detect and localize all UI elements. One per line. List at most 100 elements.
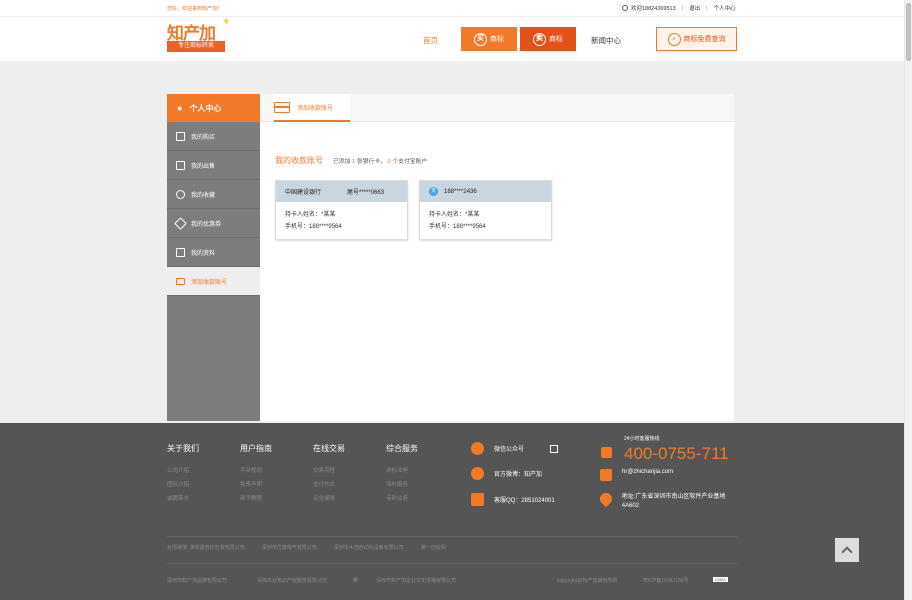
sidebar-item-purchases[interactable]: 我的购买 — [167, 122, 260, 151]
sidebar-item-add-account[interactable]: 添加收款账号 — [167, 267, 260, 296]
friend-link[interactable]: 第一创业网 — [421, 544, 446, 551]
icp-text[interactable]: 粤ICP备15062158号 — [643, 577, 689, 584]
logo-plus-icon: + — [223, 16, 230, 28]
account-title: 我的收款账号 — [275, 156, 323, 165]
footer-column-title: 综合服务 — [386, 444, 418, 453]
footer-link[interactable]: 诚聘英才 — [167, 494, 199, 502]
card-number: 188****2436 — [444, 188, 477, 195]
footer-link[interactable]: 免责声明 — [240, 480, 272, 488]
cnzz-badge-icon[interactable]: CNZZ — [713, 577, 728, 582]
card-phone: 手机号：188****9564 — [285, 224, 342, 230]
sidebar-item-sales[interactable]: 我的出售 — [167, 151, 260, 180]
summary-suffix: 个支付宝账户 — [392, 159, 428, 165]
logout-link[interactable]: 退出 — [689, 4, 700, 12]
logo-slogan: 专注商标转卖 — [167, 41, 225, 52]
sidebar-item-label: 我的收藏 — [191, 192, 216, 199]
card-holder: 持卡人姓名：*某某 — [429, 212, 480, 218]
top-user-area: 欢迎18824369513 | 退出 | 个人中心 — [622, 4, 736, 12]
main-panel: 添加收款账号 我的收款账号 已添加 1 张银行卡， 0 个支付宝账户 中国建设银… — [260, 94, 734, 421]
mail-icon — [600, 469, 612, 481]
company-link[interactable]: 深圳市知产加品牌有限公司 — [167, 577, 227, 584]
person-icon: ● — [177, 103, 183, 113]
hotline-number: 400-0755-711 — [624, 444, 729, 463]
wechat-label: 微信公众号 — [494, 447, 525, 453]
footer-link[interactable]: 平台规则 — [240, 466, 272, 474]
footer-link[interactable]: 支付方式 — [313, 480, 345, 488]
buy-icon: 买 — [474, 32, 487, 46]
footer-link[interactable]: 团队介绍 — [167, 480, 199, 488]
sidebar-item-coupons[interactable]: 我的优惠券 — [167, 209, 260, 238]
sidebar-item-profile[interactable]: 我的资料 — [167, 238, 260, 267]
top-bar: 您好，欢迎来到知产加！ 欢迎18824369513 | 退出 | 个人中心 — [0, 0, 904, 17]
sidebar-item-label: 我的购买 — [191, 134, 216, 141]
divider — [167, 563, 737, 564]
user-phone[interactable]: 欢迎18824369513 — [631, 4, 676, 12]
footer-column-services: 综合服务 商标业务 海外服务 专利业务 — [386, 443, 418, 508]
qr-code-icon[interactable] — [550, 444, 559, 453]
alipay-card[interactable]: 支 188****2436 持卡人姓名：*某某 手机号：188****9564 — [419, 180, 552, 240]
alipay-icon: 支 — [429, 187, 438, 196]
footer-column-about: 关于我们 公司介绍 团队介绍 诚聘英才 — [167, 443, 199, 508]
user-icon — [622, 5, 628, 11]
cart-icon — [176, 131, 185, 141]
friend-link[interactable]: 友情链接: 淮安鑫普达包装有限公司 — [167, 544, 245, 551]
card-body: 持卡人姓名：*某某 手机号：188****9564 — [276, 209, 407, 233]
footer-link[interactable]: 公司介绍 — [167, 466, 199, 474]
summary-mid: 张银行卡， — [356, 159, 386, 165]
qq-icon — [471, 493, 484, 506]
card-number: 尾号*****0663 — [347, 190, 385, 196]
card-icon — [274, 101, 290, 113]
footer-link[interactable]: 商标业务 — [386, 466, 418, 474]
footer-link[interactable]: 专利业务 — [386, 494, 418, 502]
sell-trademark-label: 商标 — [549, 36, 563, 43]
sidebar-item-label: 添加收款账号 — [191, 279, 228, 286]
sidebar-item-label: 我的优惠券 — [191, 221, 222, 228]
personal-center-link[interactable]: 个人中心 — [714, 4, 736, 12]
buy-trademark-button[interactable]: 买 商标 — [461, 27, 517, 51]
hotline-label: 24小时客服热线 — [624, 436, 660, 442]
footer-link[interactable]: 海外服务 — [386, 480, 418, 488]
sell-trademark-button[interactable]: 卖 商标 — [520, 27, 576, 51]
qq-row[interactable]: 客服QQ：2851024001 — [471, 493, 555, 506]
footer-column-title: 用户指南 — [240, 444, 272, 453]
copyright-text: copyright@知产加版权所有 — [557, 578, 618, 584]
separator: | — [681, 5, 684, 11]
sidebar-title: 个人中心 — [189, 103, 222, 113]
footer-column-guide: 用户指南 平台规则 免责声明 新手教程 — [240, 443, 272, 508]
footer-link[interactable]: 新手教程 — [240, 494, 272, 502]
tab-bar: 添加收款账号 — [260, 94, 734, 122]
logo[interactable]: 知产加 + 专注商标转卖 — [167, 16, 230, 55]
footer-link[interactable]: 交易流程 — [313, 466, 345, 474]
friend-link[interactable]: 深圳市木浩自动化设备有限公司 — [334, 544, 404, 551]
company-link[interactable]: 深圳市业知识产权服务有限公司 — [257, 577, 327, 584]
wechat-row[interactable]: 微信公众号 — [471, 442, 559, 455]
nav-home-link[interactable]: 首页 — [423, 35, 438, 46]
card-body: 持卡人姓名：*某某 手机号：188****9564 — [420, 209, 551, 233]
footer-column-title: 在线交易 — [313, 444, 345, 453]
divider — [167, 536, 737, 537]
bank-card[interactable]: 中国建设银行 尾号*****0663 持卡人姓名：*某某 手机号：188****… — [275, 180, 408, 240]
footer: 关于我们 公司介绍 团队介绍 诚聘英才 用户指南 平台规则 免责声明 新手教程 … — [0, 423, 904, 600]
free-query-button[interactable]: ⌕ 商标免费查询 — [656, 27, 737, 51]
profile-icon — [176, 247, 185, 257]
footer-column-title: 关于我们 — [167, 444, 199, 453]
friend-link[interactable]: 深圳市优菓电气有限公司 — [262, 544, 317, 551]
sidebar-item-label: 我的出售 — [191, 163, 216, 170]
email-row[interactable]: hr@zhichanjia.com — [600, 469, 673, 481]
footer-link[interactable]: 安全保障 — [313, 494, 345, 502]
sidebar-item-favorites[interactable]: 我的收藏 — [167, 180, 260, 209]
scrollbar[interactable] — [904, 0, 912, 600]
company-link[interactable]: 深圳市知产加企业文化传播有限公司 — [376, 577, 456, 584]
scrollbar-thumb[interactable] — [906, 3, 911, 61]
buy-trademark-label: 商标 — [490, 36, 504, 43]
email-text: hr@zhichanjia.com — [622, 469, 674, 475]
back-to-top-button[interactable] — [835, 538, 859, 562]
tab-add-account[interactable]: 添加收款账号 — [274, 94, 350, 122]
weibo-row[interactable]: 官方微博：知产加 — [471, 467, 542, 480]
card-phone: 手机号：188****9564 — [429, 224, 486, 230]
card-header: 中国建设银行 尾号*****0663 — [276, 181, 407, 202]
page: 您好，欢迎来到知产加！ 欢迎18824369513 | 退出 | 个人中心 知产… — [0, 0, 904, 600]
bank-count: 1 — [352, 159, 356, 165]
nav-news-link[interactable]: 新闻中心 — [591, 35, 621, 46]
address-row: 地址:广东省深圳市南山区软件产业基地4A602 — [597, 490, 740, 511]
